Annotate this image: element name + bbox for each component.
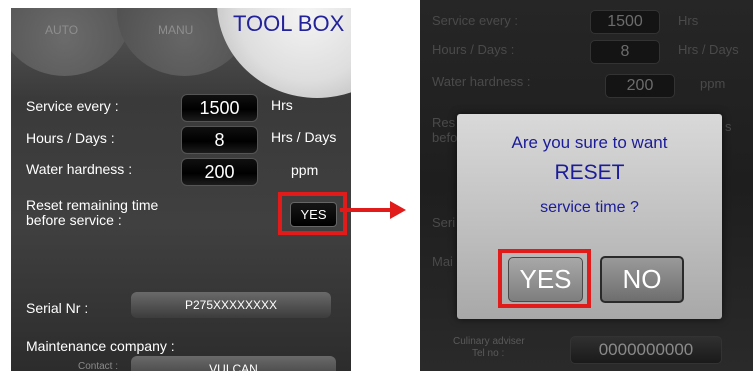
arrow-line xyxy=(340,208,390,212)
serial-field: P275XXXXXXXX xyxy=(131,292,331,318)
tab-auto[interactable] xyxy=(11,8,132,76)
dim-water-hardness-unit: ppm xyxy=(700,76,726,91)
dim-hours-days-label: Hours / Days : xyxy=(432,42,515,57)
dim-hours-days-unit: Hrs / Days xyxy=(678,42,739,57)
culinary-label-line1: Culinary adviser xyxy=(453,336,525,347)
water-hardness-label: Water hardness : xyxy=(26,161,133,177)
serial-label: Serial Nr : xyxy=(26,300,89,316)
tab-toolbox-label: TOOL BOX xyxy=(233,11,345,36)
tab-auto-label: AUTO xyxy=(45,23,79,37)
dialog-yes-button[interactable]: YES xyxy=(508,257,583,302)
service-every-field[interactable]: 1500 xyxy=(181,94,258,122)
dim-maintenance-partial: Mai xyxy=(432,254,453,269)
dialog-question-line2: RESET xyxy=(554,161,625,184)
dialog-question-line3: service time ? xyxy=(540,199,639,216)
dialog-yes-highlight: YES xyxy=(498,249,591,308)
hours-days-field[interactable]: 8 xyxy=(181,126,258,154)
arrow-right-icon xyxy=(390,201,406,219)
maintenance-label: Maintenance company : xyxy=(26,338,175,354)
dim-water-hardness-field: 200 xyxy=(605,74,675,98)
dim-service-every-unit: Hrs xyxy=(678,13,699,28)
reset-yes-button[interactable]: YES xyxy=(290,202,337,227)
reset-confirm-screen: Service every : 1500 Hrs Hours / Days : … xyxy=(420,0,753,371)
dialog-question-line1: Are you sure to want xyxy=(511,133,668,152)
reset-yes-highlight: YES xyxy=(278,192,347,235)
reset-label-line2: before service : xyxy=(26,212,122,228)
service-every-label: Service every : xyxy=(26,98,119,114)
service-every-unit: Hrs xyxy=(271,97,293,113)
toolbox-screen: AUTO MANU TOOL BOX Service every : 1500 … xyxy=(11,8,351,371)
dim-yes-partial: s xyxy=(725,119,732,134)
tab-manu-label: MANU xyxy=(158,23,194,37)
water-hardness-field[interactable]: 200 xyxy=(181,158,258,186)
culinary-label-line2: Tel no : xyxy=(472,348,505,359)
dim-service-every-field: 1500 xyxy=(590,10,660,34)
dim-service-every-label: Service every : xyxy=(432,13,518,28)
dim-reset-partial: Res xyxy=(432,115,456,130)
hours-days-unit: Hrs / Days xyxy=(271,129,337,145)
dim-before-partial: befo xyxy=(432,130,458,145)
water-hardness-unit: ppm xyxy=(291,162,319,178)
dim-hours-days-field: 8 xyxy=(590,40,660,64)
reset-confirm-dialog: Are you sure to want RESET service time … xyxy=(457,114,722,319)
reset-label-line1: Reset remaining time xyxy=(26,197,159,213)
culinary-field: 0000000000 xyxy=(570,336,722,364)
dim-serial-partial: Seri xyxy=(432,215,456,230)
contact-label: Contact : xyxy=(78,361,119,371)
contact-field: VULCAN xyxy=(131,356,336,371)
hours-days-label: Hours / Days : xyxy=(26,130,115,146)
dim-water-hardness-label: Water hardness : xyxy=(432,74,531,89)
dialog-no-button[interactable]: NO xyxy=(600,256,684,303)
